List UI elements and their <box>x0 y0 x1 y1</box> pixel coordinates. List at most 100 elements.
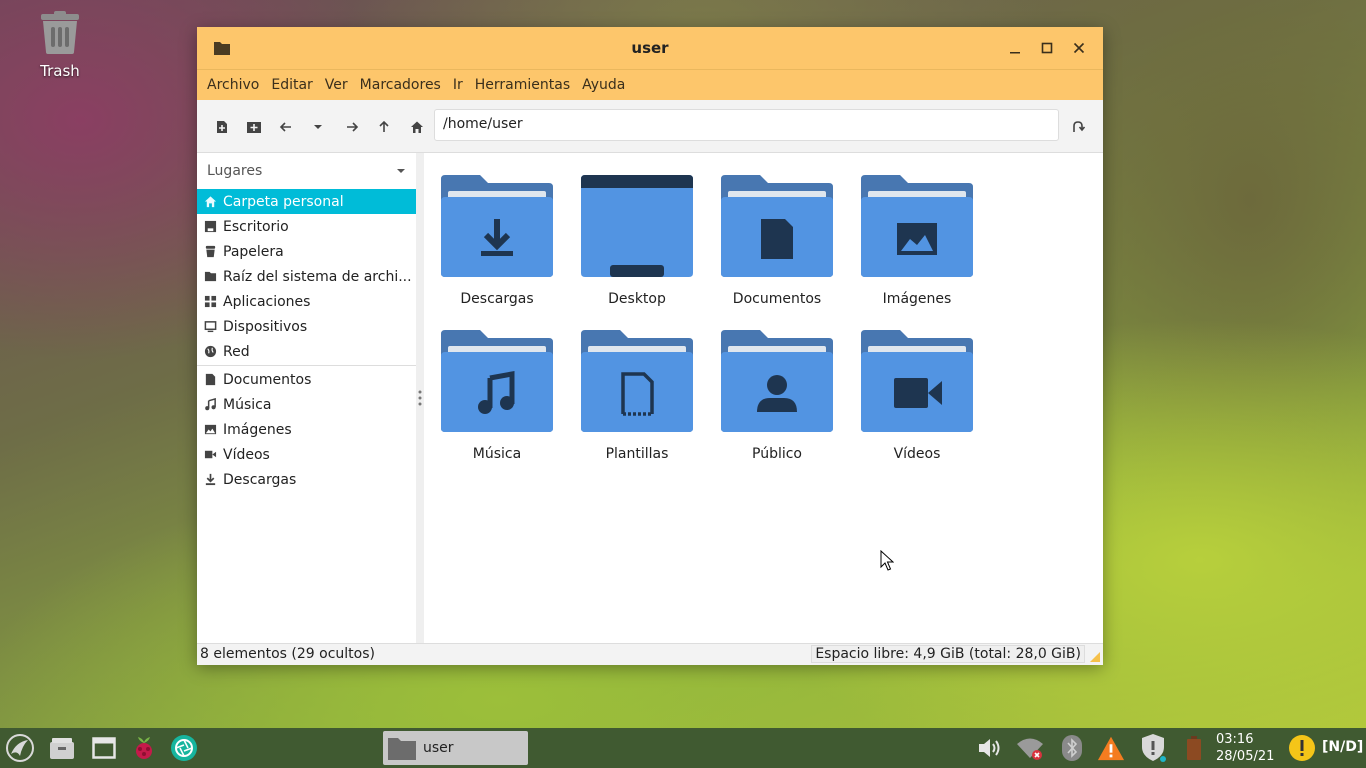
places-header[interactable]: Lugares <box>197 153 416 189</box>
menu-marcadores[interactable]: Marcadores <box>354 77 447 93</box>
grip-icon <box>418 390 422 406</box>
close-button[interactable] <box>1069 38 1089 58</box>
sidebar-item-label: Papelera <box>223 243 284 260</box>
up-button[interactable] <box>375 118 393 136</box>
image-folder-icon <box>861 175 973 277</box>
launcher-file-manager[interactable] <box>48 734 76 762</box>
folder-label: Música <box>472 446 522 462</box>
sidebar-item-dispositivos[interactable]: Dispositivos <box>197 314 416 339</box>
new-window-button[interactable] <box>245 118 263 136</box>
path-input[interactable]: /home/user <box>434 109 1059 141</box>
sidebar-item-musica[interactable]: Música <box>197 392 416 417</box>
folder-label: Público <box>752 446 802 462</box>
updates-warning-button[interactable] <box>1097 734 1125 762</box>
sidebar-item-videos[interactable]: Vídeos <box>197 442 416 467</box>
folder-desktop[interactable]: Desktop <box>567 173 707 307</box>
desktop-trash[interactable]: Trash <box>24 10 96 80</box>
start-menu-button[interactable] <box>6 734 34 762</box>
new-tab-button[interactable] <box>213 118 231 136</box>
security-button[interactable] <box>1139 734 1167 762</box>
sidebar-item-raiz[interactable]: Raíz del sistema de archi... <box>197 264 416 289</box>
window-title: user <box>631 39 669 57</box>
back-button[interactable] <box>277 118 295 136</box>
folder-label: Imágenes <box>882 291 952 307</box>
minimize-button[interactable] <box>1005 38 1025 58</box>
status-bar: 8 elementos (29 ocultos) Espacio libre: … <box>197 643 1103 665</box>
sidebar-item-label: Documentos <box>223 371 312 388</box>
history-dropdown-button[interactable] <box>309 118 327 136</box>
sidebar-item-label: Descargas <box>223 471 297 488</box>
sidebar-item-documentos[interactable]: Documentos <box>197 367 416 392</box>
sidebar-item-label: Música <box>223 396 272 413</box>
folder-plantillas[interactable]: Plantillas <box>567 328 707 462</box>
sidebar-item-descargas[interactable]: Descargas <box>197 467 416 492</box>
chevron-down-icon <box>397 169 405 173</box>
clock[interactable]: 03:16 28/05/21 <box>1216 731 1274 765</box>
download-icon <box>203 473 217 487</box>
sidebar-item-label: Raíz del sistema de archi... <box>223 268 412 285</box>
home-button[interactable] <box>408 118 426 136</box>
task-label: user <box>423 740 454 756</box>
folder-publico[interactable]: Público <box>707 328 847 462</box>
battery-button[interactable] <box>1180 734 1208 762</box>
folder-imagenes[interactable]: Imágenes <box>847 173 987 307</box>
music-icon <box>203 398 217 412</box>
title-bar[interactable]: user <box>197 27 1103 69</box>
folder-musica[interactable]: Música <box>427 328 567 462</box>
launcher-browser[interactable] <box>170 734 198 762</box>
menu-ayuda[interactable]: Ayuda <box>576 77 631 93</box>
sidebar-item-label: Red <box>223 343 250 360</box>
mouse-cursor-icon <box>880 550 894 571</box>
arrow-right-icon <box>347 122 359 132</box>
status-item-count: 8 elementos (29 ocultos) <box>200 646 375 662</box>
menu-editar[interactable]: Editar <box>265 77 318 93</box>
shield-icon <box>1142 734 1166 762</box>
wifi-disconnected-icon <box>1017 738 1043 760</box>
desktop-folder-icon <box>581 175 693 277</box>
sidebar-item-papelera[interactable]: Papelera <box>197 239 416 264</box>
bluetooth-button[interactable] <box>1058 734 1086 762</box>
launcher-raspberry[interactable] <box>130 734 158 762</box>
folder-icon <box>388 738 416 760</box>
folder-label: Desktop <box>608 291 666 307</box>
forward-button[interactable] <box>343 118 361 136</box>
folder-documentos[interactable]: Documentos <box>707 173 847 307</box>
sidebar-item-imagenes[interactable]: Imágenes <box>197 417 416 442</box>
sidebar-divider <box>197 365 416 366</box>
sidebar-item-escritorio[interactable]: Escritorio <box>197 214 416 239</box>
sidebar-item-label: Carpeta personal <box>223 193 344 210</box>
close-icon <box>1073 42 1085 54</box>
chevron-down-icon <box>314 125 322 129</box>
folder-descargas[interactable]: Descargas <box>427 173 567 307</box>
menu-ir[interactable]: Ir <box>447 77 469 93</box>
folder-videos[interactable]: Vídeos <box>847 328 987 462</box>
sidebar-item-red[interactable]: Red <box>197 339 416 364</box>
volume-button[interactable] <box>976 734 1004 762</box>
keyboard-layout-indicator[interactable]: [N/D] <box>1322 739 1363 755</box>
apps-icon <box>203 295 217 309</box>
task-button-user[interactable]: user <box>383 731 528 765</box>
launcher-show-desktop[interactable] <box>90 734 118 762</box>
clock-date: 28/05/21 <box>1216 749 1275 764</box>
menu-herramientas[interactable]: Herramientas <box>469 77 576 93</box>
sidebar-item-label: Imágenes <box>223 421 292 438</box>
go-button[interactable] <box>1069 118 1087 136</box>
status-free-space: Espacio libre: 4,9 GiB (total: 28,0 GiB) <box>811 645 1085 663</box>
desktop-icon <box>203 220 217 234</box>
folder-view[interactable]: Descargas Desktop Documentos Imágenes Mú… <box>424 153 1103 643</box>
aperture-icon <box>171 735 197 761</box>
arrow-up-icon <box>379 120 389 132</box>
template-folder-icon <box>581 330 693 432</box>
notification-button[interactable] <box>1288 734 1316 762</box>
maximize-button[interactable] <box>1037 38 1057 58</box>
menu-ver[interactable]: Ver <box>319 77 354 93</box>
menu-archivo[interactable]: Archivo <box>201 77 265 93</box>
resize-grip-icon[interactable] <box>1090 652 1100 662</box>
new-window-icon <box>247 122 261 133</box>
network-button[interactable] <box>1016 734 1044 762</box>
sidebar-splitter[interactable] <box>416 153 424 643</box>
sidebar-item-aplicaciones[interactable]: Aplicaciones <box>197 289 416 314</box>
sidebar-item-carpeta-personal[interactable]: Carpeta personal <box>197 189 416 214</box>
clock-time: 03:16 <box>1216 732 1254 747</box>
download-folder-icon <box>441 175 553 277</box>
